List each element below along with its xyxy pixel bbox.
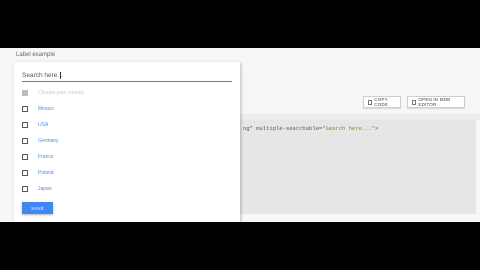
- checkbox[interactable]: [22, 170, 28, 176]
- copy-code-label: COPY CODE: [374, 97, 389, 107]
- option-label: France: [38, 154, 54, 160]
- code-line: ng" multiple-searchable="Search here..."…: [243, 125, 378, 132]
- section-label: Label example: [16, 52, 56, 58]
- checkbox: [22, 90, 28, 96]
- option-mexico[interactable]: Mexico: [22, 104, 54, 114]
- multiselect-dropdown-panel: Choose your country Mexico USA Germany F…: [14, 62, 240, 222]
- screen-area: Label example COPY CODE OPEN IN MDB EDIT…: [0, 48, 480, 222]
- copy-code-button[interactable]: COPY CODE: [363, 96, 401, 108]
- mouse-cursor-icon: [60, 72, 61, 79]
- copy-icon: [368, 99, 373, 105]
- code-block: ng" multiple-searchable="Search here..."…: [240, 120, 476, 214]
- save-button[interactable]: SAVE: [22, 202, 53, 214]
- option-usa[interactable]: USA: [22, 120, 48, 130]
- checkbox[interactable]: [22, 186, 28, 192]
- option-label: Japan: [38, 186, 52, 192]
- code-string: "Search here...": [322, 125, 376, 132]
- code-suffix: >: [375, 125, 379, 132]
- search-input[interactable]: [22, 70, 232, 82]
- editor-icon: [412, 99, 417, 105]
- option-choose-country: Choose your country: [22, 88, 84, 98]
- option-label: Germany: [38, 138, 59, 144]
- checkbox[interactable]: [22, 122, 28, 128]
- option-japan[interactable]: Japan: [22, 184, 52, 194]
- option-label: USA: [38, 122, 49, 128]
- open-in-editor-button[interactable]: OPEN IN MDB EDITOR: [407, 96, 465, 108]
- option-poland[interactable]: Poland: [22, 168, 54, 178]
- option-label: Mexico: [38, 106, 54, 112]
- option-france[interactable]: France: [22, 152, 54, 162]
- option-label: Choose your country: [38, 90, 85, 96]
- option-germany[interactable]: Germany: [22, 136, 59, 146]
- code-prefix: ng": [243, 125, 253, 132]
- checkbox[interactable]: [22, 138, 28, 144]
- open-in-editor-label: OPEN IN MDB EDITOR: [418, 97, 451, 107]
- option-label: Poland: [38, 170, 54, 176]
- checkbox[interactable]: [22, 106, 28, 112]
- code-attr: multiple-searchable=: [252, 125, 323, 132]
- checkbox[interactable]: [22, 154, 28, 160]
